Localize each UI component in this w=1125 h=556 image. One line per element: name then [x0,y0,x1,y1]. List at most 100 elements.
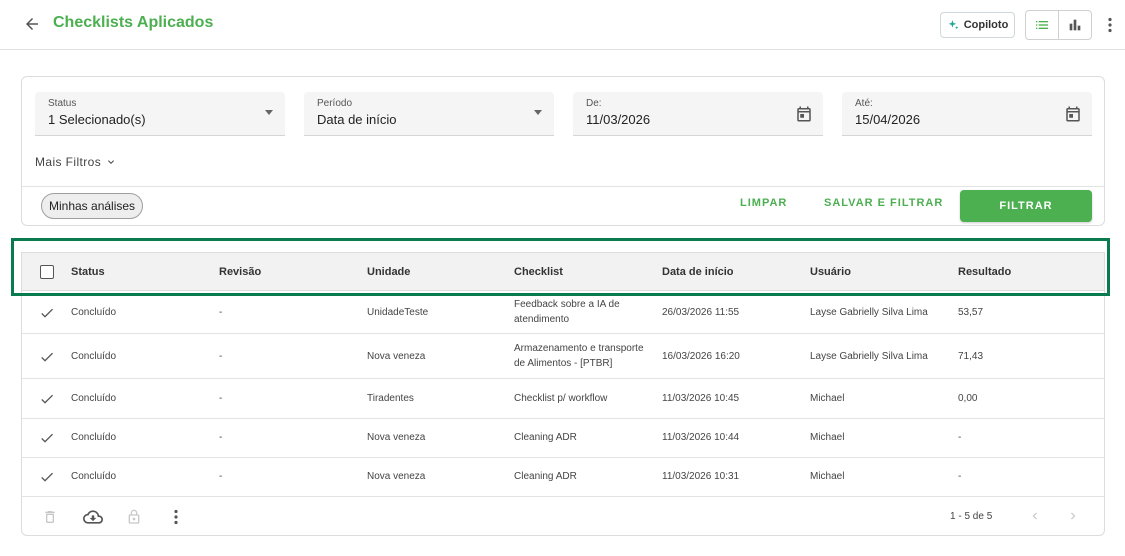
chevron-down-icon [108,160,115,164]
filter-panel: Status 1 Selecionado(s) Período Data de … [21,76,1105,226]
bar-chart-icon [1069,19,1081,31]
lock-button[interactable] [124,507,144,527]
check-icon [41,308,53,318]
filter-button[interactable]: FILTRAR [960,190,1092,222]
copilot-label: Copiloto [963,19,1009,31]
chart-view-button[interactable] [1058,11,1091,39]
next-page-button[interactable] [1065,508,1081,524]
column-header-revision[interactable]: Revisão [219,266,261,278]
cell-status: Concluído [71,432,117,443]
more-filters-toggle[interactable]: Mais Filtros [35,155,117,169]
cell-checklist: Checklist p/ workflow [514,393,608,404]
cell-user: Layse Gabrielly Silva Lima [810,307,928,318]
arrow-left-icon [26,18,38,30]
more-filters-label: Mais Filtros [35,155,102,169]
cell-revision: - [219,393,223,404]
to-date-field[interactable]: Até: 15/04/2026 [842,92,1092,136]
checklists-table: Status Revisão Unidade Checklist Data de… [21,252,1105,536]
more-vert-icon [174,509,178,525]
cell-status: Concluído [71,351,117,362]
cell-user: Michael [810,432,845,443]
page-title: Checklists Aplicados [53,14,214,31]
chevron-left-icon [1032,512,1037,520]
cell-result: - [958,471,962,482]
cell-start-date: 11/03/2026 10:45 [662,393,740,404]
cell-start-date: 11/03/2026 10:31 [662,471,740,482]
table-row[interactable]: Concluído - UnidadeTeste Feedback sobre … [22,291,1104,334]
view-toggle [1025,10,1092,40]
cell-checklist: Cleaning ADR [514,432,577,443]
check-icon [41,472,53,482]
more-actions-button[interactable] [166,507,186,527]
cell-result: 0,00 [958,393,978,404]
from-date-value: 11/03/2026 [586,112,651,127]
check-icon [41,433,53,443]
cell-unit: Tiradentes [367,393,414,404]
download-button[interactable] [82,507,104,527]
cell-unit: UnidadeTeste [367,307,429,318]
calendar-icon[interactable] [795,105,813,123]
cell-user: Michael [810,471,845,482]
column-header-unit[interactable]: Unidade [367,266,410,278]
clear-button[interactable]: LIMPAR [740,197,787,209]
period-select[interactable]: Período Data de início [304,92,554,136]
period-label: Período [317,98,353,109]
cell-revision: - [219,471,223,482]
cell-checklist: Armazenamento e transporte de Alimentos … [514,343,644,369]
back-button[interactable] [20,12,44,36]
column-header-status[interactable]: Status [71,266,105,278]
column-header-result[interactable]: Resultado [958,266,1011,278]
to-date-label: Até: [855,98,873,109]
status-label: Status [48,98,77,109]
table-row[interactable]: Concluído - Nova veneza Cleaning ADR 11/… [22,458,1104,497]
header-menu-button[interactable] [1100,12,1120,38]
cell-start-date: 16/03/2026 16:20 [662,351,740,362]
column-header-start-date[interactable]: Data de início [662,266,734,278]
status-select[interactable]: Status 1 Selecionado(s) [35,92,285,136]
list-icon [1036,21,1048,29]
to-date-value: 15/04/2026 [855,112,921,127]
table-row[interactable]: Concluído - Tiradentes Checklist p/ work… [22,379,1104,419]
table-header: Status Revisão Unidade Checklist Data de… [22,253,1104,291]
pagination-info: 1 - 5 de 5 [950,511,993,522]
cell-status: Concluído [71,393,117,404]
calendar-icon[interactable] [1064,105,1082,123]
from-date-field[interactable]: De: 11/03/2026 [573,92,823,136]
table-row[interactable]: Concluído - Nova veneza Armazenamento e … [22,334,1104,379]
cell-result: 71,43 [958,351,984,362]
cell-revision: - [219,307,223,318]
copilot-button[interactable]: Copiloto [940,12,1015,38]
column-header-user[interactable]: Usuário [810,266,851,278]
cell-status: Concluído [71,307,117,318]
table-row[interactable]: Concluído - Nova veneza Cleaning ADR 11/… [22,419,1104,458]
app-header: Checklists Aplicados Copiloto [0,0,1125,50]
cloud-download-icon [83,510,103,524]
cell-revision: - [219,351,223,362]
check-icon [41,394,53,404]
lock-icon [128,509,140,524]
check-icon [41,352,53,362]
save-and-filter-button[interactable]: SALVAR E FILTRAR [824,197,943,209]
column-header-checklist[interactable]: Checklist [514,266,563,278]
cell-unit: Nova veneza [367,471,426,482]
cell-checklist: Cleaning ADR [514,471,577,482]
trash-icon [45,511,55,523]
list-view-button[interactable] [1026,11,1058,39]
period-value: Data de início [317,112,397,127]
chevron-down-icon [534,110,542,115]
more-vert-icon [1108,17,1112,33]
cell-result: 53,57 [958,307,984,318]
select-all-checkbox[interactable] [40,265,54,279]
my-analyses-chip[interactable]: Minhas análises [41,193,144,219]
status-value: 1 Selecionado(s) [48,112,146,127]
cell-user: Layse Gabrielly Silva Lima [810,351,928,362]
from-date-label: De: [586,98,602,109]
cell-start-date: 26/03/2026 11:55 [662,307,740,318]
sparkle-icon [948,19,959,29]
cell-user: Michael [810,393,845,404]
chevron-down-icon [265,110,273,115]
cell-checklist: Feedback sobre a IA de atendimento [514,299,620,325]
cell-revision: - [219,432,223,443]
previous-page-button[interactable] [1027,508,1043,524]
delete-button[interactable] [40,507,60,527]
